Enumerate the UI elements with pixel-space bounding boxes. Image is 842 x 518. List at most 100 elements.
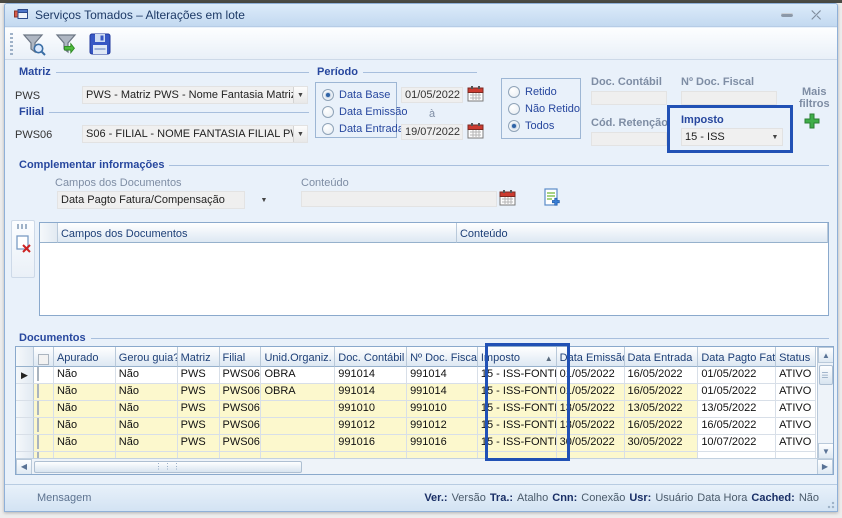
table-cell[interactable]: PWS [177, 435, 220, 452]
row-checkbox[interactable] [33, 418, 54, 435]
scroll-left-icon[interactable]: ◀ [16, 458, 32, 474]
table-cell[interactable]: 991010 [407, 401, 478, 418]
chevron-down-icon[interactable]: ▼ [293, 126, 307, 142]
table-cell[interactable]: 01/05/2022 [556, 367, 625, 384]
plus-icon[interactable] [804, 113, 820, 129]
table-cell[interactable]: 13/05/2022 [698, 401, 777, 418]
save-button[interactable] [85, 30, 115, 58]
chevron-down-icon[interactable]: ▼ [768, 129, 782, 145]
column-header[interactable]: Campos dos Documentos [57, 223, 457, 243]
imposto-combobox[interactable]: 15 - ISS ▼ [681, 128, 783, 146]
table-cell[interactable]: Não [115, 367, 178, 384]
radio-option[interactable]: Todos [508, 119, 580, 133]
scroll-down-icon[interactable]: ▼ [818, 443, 833, 459]
table-cell[interactable]: Não [53, 435, 116, 452]
table-cell[interactable]: ATIVO [776, 367, 817, 384]
table-cell[interactable]: Não [53, 418, 116, 435]
date-from-input[interactable]: 01/05/2022 [401, 87, 463, 103]
table-cell[interactable]: Não [115, 384, 178, 401]
table-cell[interactable]: PWS [177, 401, 220, 418]
scroll-up-icon[interactable]: ▲ [818, 347, 833, 363]
table-cell[interactable]: PWS06 [219, 418, 262, 435]
radio-option[interactable]: Retido [508, 85, 580, 99]
table-cell[interactable]: ATIVO [776, 435, 817, 452]
resize-grip-icon[interactable] [825, 499, 835, 509]
table-cell[interactable]: 16/05/2022 [624, 418, 699, 435]
radio-button-icon[interactable] [508, 103, 520, 115]
table-cell[interactable]: 15 - ISS-FONTE [477, 401, 557, 418]
cod-retencao-input[interactable] [591, 132, 667, 146]
table-cell[interactable]: 16/05/2022 [624, 367, 699, 384]
table-row[interactable]: Não Não PWS PWS06 991012 991012 15 - ISS-FONTE… [16, 418, 817, 435]
table-cell[interactable]: 30/05/2022 [624, 435, 699, 452]
table-cell[interactable] [261, 435, 336, 452]
table-cell[interactable]: OBRA [261, 367, 336, 384]
remove-row-icon[interactable] [13, 233, 33, 257]
vertical-scrollbar-thumb[interactable]: ☰ [818, 365, 833, 385]
checkbox-icon[interactable] [36, 418, 39, 432]
table-cell[interactable]: 15 - ISS-FONTE [477, 418, 557, 435]
table-cell[interactable]: 01/05/2022 [556, 384, 625, 401]
table-cell[interactable] [261, 401, 336, 418]
table-cell[interactable]: 15 - ISS-FONTE [477, 384, 557, 401]
table-cell[interactable]: 13/05/2022 [556, 418, 625, 435]
checkbox-icon[interactable] [37, 353, 49, 365]
chevron-down-icon[interactable]: ▼ [293, 87, 307, 103]
radio-button-icon[interactable] [322, 106, 334, 118]
table-cell[interactable] [261, 418, 336, 435]
filial-combobox[interactable]: S06 - FILIAL - NOME FANTASIA FILIAL PWS0… [82, 125, 308, 143]
calendar-icon[interactable] [467, 85, 484, 102]
table-cell[interactable]: 991012 [335, 418, 408, 435]
vertical-scrollbar[interactable]: ▲ ☰ ▼ [817, 347, 833, 459]
table-cell[interactable]: Não [115, 418, 178, 435]
filter-search-button[interactable] [19, 30, 49, 58]
column-header[interactable]: Conteúdo [456, 223, 828, 243]
table-cell[interactable]: Não [53, 401, 116, 418]
table-cell[interactable]: PWS [177, 384, 220, 401]
table-cell[interactable]: 991016 [335, 435, 408, 452]
checkbox-icon[interactable] [36, 435, 39, 449]
table-cell[interactable]: 991014 [407, 367, 478, 384]
row-checkbox[interactable] [33, 435, 54, 452]
table-cell[interactable]: 15 - ISS-FONTE [477, 435, 557, 452]
row-checkbox[interactable] [33, 401, 54, 418]
table-cell[interactable]: 991014 [335, 384, 408, 401]
table-cell[interactable]: ATIVO [776, 401, 817, 418]
close-icon[interactable]: ⤫ [811, 9, 821, 21]
row-checkbox[interactable] [33, 367, 54, 384]
table-cell[interactable]: PWS06 [219, 435, 262, 452]
horizontal-scrollbar[interactable]: ◀ ⋮⋮⋮ ▶ [16, 458, 833, 474]
table-row[interactable]: Não Não PWS PWS06 991016 991016 15 - ISS-FONTE… [16, 435, 817, 452]
row-checkbox[interactable] [33, 384, 54, 401]
table-cell[interactable]: 991014 [407, 384, 478, 401]
table-cell[interactable]: Não [53, 384, 116, 401]
table-cell[interactable]: 13/05/2022 [556, 401, 625, 418]
column-header-status[interactable]: Status [776, 347, 817, 367]
table-cell[interactable]: 01/05/2022 [698, 367, 777, 384]
table-cell[interactable]: PWS [177, 367, 220, 384]
filter-apply-button[interactable] [52, 30, 82, 58]
toolbar-grip[interactable] [10, 32, 13, 55]
table-cell[interactable]: Não [53, 367, 116, 384]
column-header-filial[interactable]: Filial [219, 347, 262, 367]
table-cell[interactable]: 13/05/2022 [624, 401, 699, 418]
campos-documentos-combobox[interactable]: Data Pagto Fatura/Compensação [57, 191, 245, 209]
table-cell[interactable]: Não [115, 435, 178, 452]
column-header-apurado[interactable]: Apurado [53, 347, 116, 367]
table-cell[interactable]: PWS [177, 418, 220, 435]
toolbar-grip[interactable] [17, 224, 29, 229]
radio-option[interactable]: Data Base [322, 88, 396, 102]
table-cell[interactable]: OBRA [261, 384, 336, 401]
minimize-icon[interactable] [781, 13, 794, 17]
checkbox-icon[interactable] [36, 367, 39, 381]
calendar-icon[interactable] [499, 189, 516, 206]
column-header-gerou-guia-[interactable]: Gerou guia? [115, 347, 178, 367]
table-cell[interactable]: 15 - ISS-FONTE [477, 367, 557, 384]
table-cell[interactable]: 991012 [407, 418, 478, 435]
radio-option[interactable]: Data Emissão [322, 105, 407, 119]
table-cell[interactable]: 30/05/2022 [556, 435, 625, 452]
conteudo-input[interactable] [301, 191, 497, 207]
radio-option[interactable]: Não Retido [508, 102, 580, 116]
column-header-doc-cont-bil[interactable]: Doc. Contábil [335, 347, 408, 367]
table-cell[interactable]: Não [115, 401, 178, 418]
